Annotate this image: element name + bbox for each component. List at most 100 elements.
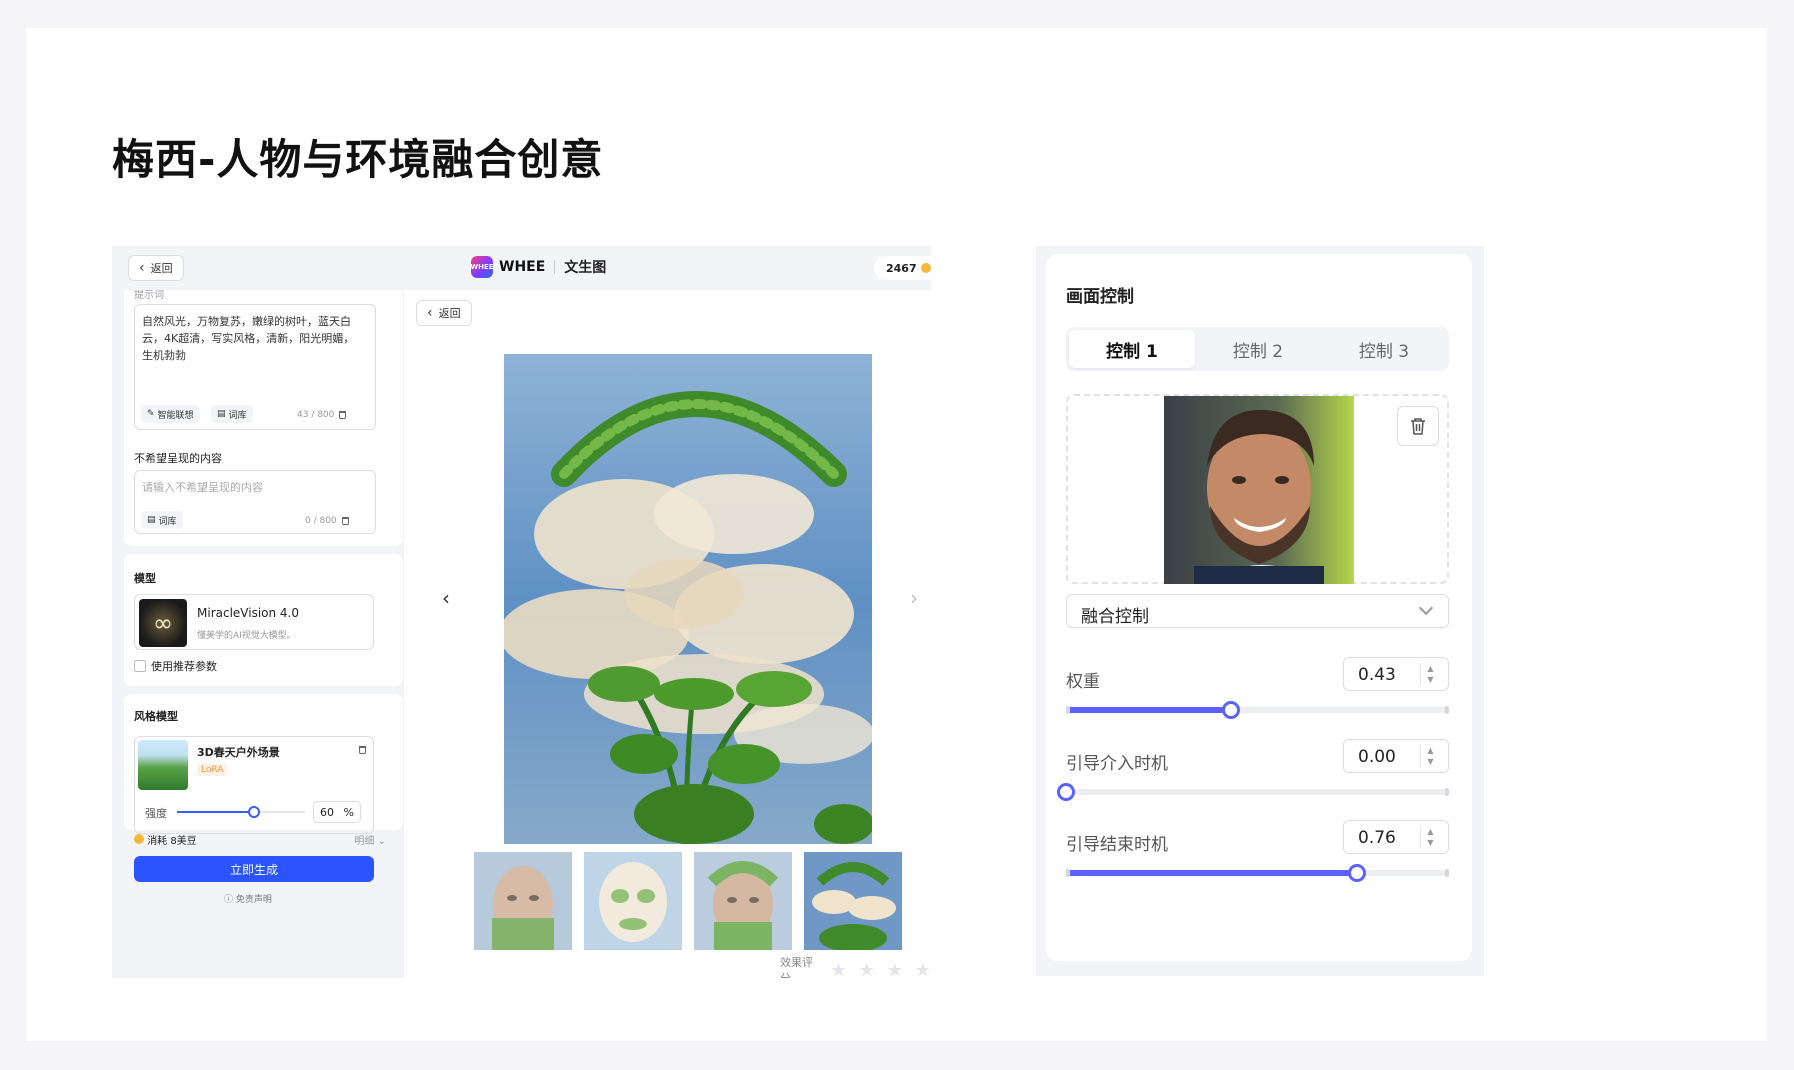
param-end-fill <box>1066 870 1358 876</box>
track-start-cap <box>1066 869 1070 877</box>
next-image-arrow-icon[interactable]: › <box>910 586 918 610</box>
prompt-text: 自然风光，万物复苏，嫩绿的树叶，蓝天白云，4K超清，写实风格，清新，阳光明媚，生… <box>142 315 355 362</box>
cost-row: 消耗 8美豆 明细 ⌄ <box>134 832 394 847</box>
rating-row: 效果评分 ★ ★ ★ ★ <box>780 954 931 978</box>
negative-placeholder: 请输入不希望呈现的内容 <box>142 481 263 494</box>
bean-icon <box>134 834 144 844</box>
prev-image-arrow-icon[interactable]: ‹ <box>442 586 450 610</box>
model-name: MiracleVision 4.0 <box>197 606 299 620</box>
book-icon: ▤ <box>147 515 156 525</box>
negative-library-label: 词库 <box>158 516 177 527</box>
back-label: 返回 <box>150 262 173 275</box>
generate-button[interactable]: 立即生成 <box>134 856 374 882</box>
app-header: ‹ 返回 WHEE WHEE 文生图 2467 <box>112 246 931 290</box>
tab-control-2[interactable]: 控制 2 <box>1195 330 1321 368</box>
preview-back-button[interactable]: ‹ 返回 <box>416 300 472 326</box>
tab-control-1[interactable]: 控制 1 <box>1069 330 1195 368</box>
param-weight-handle[interactable] <box>1221 701 1240 719</box>
settings-column: 提示词 自然风光，万物复苏，嫩绿的树叶，蓝天白云，4K超清，写实风格，清新，阳光… <box>124 290 403 978</box>
brand-subtitle: 文生图 <box>564 260 607 276</box>
thumbnail-3-art <box>694 852 792 950</box>
strength-slider-row: 强度 60 % <box>145 801 367 823</box>
strength-handle[interactable] <box>247 806 260 818</box>
star-icon[interactable]: ★ <box>859 960 875 979</box>
param-weight-value: 0.43 <box>1358 665 1396 685</box>
stepper-icon[interactable]: ▲ ▼ <box>1420 663 1440 685</box>
checkbox-box[interactable] <box>134 660 146 672</box>
strength-input[interactable]: 60 % <box>313 801 361 823</box>
strength-fill <box>177 811 254 813</box>
coin-balance[interactable]: 2467 <box>874 256 931 280</box>
style-model-card: 风格模型 3D春天户外场景 LoRA 强度 60 % <box>124 694 403 834</box>
style-thumbnail <box>138 740 188 790</box>
generated-image[interactable] <box>504 354 872 844</box>
prompt-input[interactable]: 自然风光，万物复苏，嫩绿的树叶，蓝天白云，4K超清，写实风格，清新，阳光明媚，生… <box>134 304 376 430</box>
tab-control-3[interactable]: 控制 3 <box>1321 330 1447 368</box>
param-start-label: 引导介入时机 <box>1066 754 1168 774</box>
control-mode-value: 融合控制 <box>1081 607 1149 627</box>
prompt-label: 提示词 <box>134 290 164 301</box>
stepper-icon[interactable]: ▲ ▼ <box>1420 745 1440 767</box>
preview-column: ‹ 返回 ‹ › 效果评 ★ ★ ★ ★ <box>404 290 931 978</box>
disclaimer-link[interactable]: ⓘ 免责声明 <box>224 892 272 905</box>
param-weight: 权重 0.43 ▲ ▼ <box>1066 657 1449 719</box>
prompt-counter: 43 / 800 <box>297 410 347 420</box>
cost-info: 消耗 8美豆 <box>134 832 197 847</box>
negative-counter-text: 0 / 800 <box>305 516 337 526</box>
param-start-value: 0.00 <box>1358 747 1396 767</box>
thumbnail-4-art <box>804 852 902 950</box>
stepper-icon[interactable]: ▲ ▼ <box>1420 826 1440 848</box>
param-weight-input[interactable]: 0.43 ▲ ▼ <box>1343 657 1449 691</box>
star-icon[interactable]: ★ <box>915 960 931 979</box>
param-end-handle[interactable] <box>1348 864 1367 882</box>
star-icon[interactable]: ★ <box>830 960 846 979</box>
thumbnail-4-selected[interactable] <box>804 852 902 950</box>
brand-divider <box>554 260 556 274</box>
detail-link[interactable]: 明细 ⌄ <box>354 832 386 847</box>
star-icon[interactable]: ★ <box>887 960 903 979</box>
prompt-counter-text: 43 / 800 <box>297 410 335 420</box>
control-tabs: 控制 1 控制 2 控制 3 <box>1066 327 1449 371</box>
strength-track[interactable] <box>177 806 305 818</box>
param-end-input[interactable]: 0.76 ▲ ▼ <box>1343 820 1449 854</box>
negative-library-button[interactable]: ▤ 词库 <box>141 511 183 529</box>
page-title: 梅西-人物与环境融合创意 <box>112 135 604 184</box>
param-start-handle[interactable] <box>1057 783 1075 801</box>
negative-input[interactable]: 请输入不希望呈现的内容 ▤ 词库 0 / 800 <box>134 470 376 534</box>
style-model-item[interactable]: 3D春天户外场景 LoRA 强度 60 % <box>134 736 374 834</box>
thumbnail-3[interactable] <box>694 852 792 950</box>
chevron-left-icon: ‹ <box>427 305 433 321</box>
param-end: 引导结束时机 0.76 ▲ ▼ <box>1066 820 1449 882</box>
back-button[interactable]: ‹ 返回 <box>128 255 184 281</box>
prompt-library-button[interactable]: ▤ 词库 <box>211 405 253 423</box>
coin-count: 2467 <box>886 261 917 275</box>
generated-image-art <box>504 354 872 844</box>
param-start-input[interactable]: 0.00 ▲ ▼ <box>1343 739 1449 773</box>
param-weight-label: 权重 <box>1066 672 1100 692</box>
thumbnail-1-art <box>474 852 572 950</box>
thumbnail-1[interactable] <box>474 852 572 950</box>
chevron-down-icon <box>1418 600 1434 616</box>
prompt-card: 提示词 自然风光，万物复苏，嫩绿的树叶，蓝天白云，4K超清，写实风格，清新，阳光… <box>124 290 403 546</box>
recommended-params-checkbox[interactable]: 使用推荐参数 <box>134 658 217 674</box>
delete-reference-button[interactable] <box>1397 406 1439 446</box>
reference-image-zone[interactable] <box>1066 394 1449 584</box>
smart-assoc-button[interactable]: ✎ 智能联想 <box>141 405 200 423</box>
track-end-cap <box>1445 788 1449 796</box>
thumbnail-2[interactable] <box>584 852 682 950</box>
model-selector[interactable]: ∞ MiracleVision 4.0 懂美学的AI视觉大模型。 <box>134 594 374 650</box>
style-model-label: 风格模型 <box>134 710 178 723</box>
trash-icon[interactable] <box>339 411 347 419</box>
control-mode-select[interactable]: 融合控制 <box>1066 594 1449 628</box>
param-end-track[interactable] <box>1066 864 1449 882</box>
trash-icon[interactable] <box>359 746 366 754</box>
model-card: 模型 ∞ MiracleVision 4.0 懂美学的AI视觉大模型。 使用推荐… <box>124 554 403 686</box>
trash-icon <box>1411 418 1425 435</box>
negative-counter: 0 / 800 <box>305 516 349 526</box>
trash-icon[interactable] <box>341 517 349 525</box>
param-start-track[interactable] <box>1057 783 1449 801</box>
param-weight-track[interactable] <box>1066 701 1449 719</box>
recommended-params-label: 使用推荐参数 <box>151 660 217 673</box>
track-end-cap <box>1445 706 1449 714</box>
thumbnail-2-art <box>584 852 682 950</box>
